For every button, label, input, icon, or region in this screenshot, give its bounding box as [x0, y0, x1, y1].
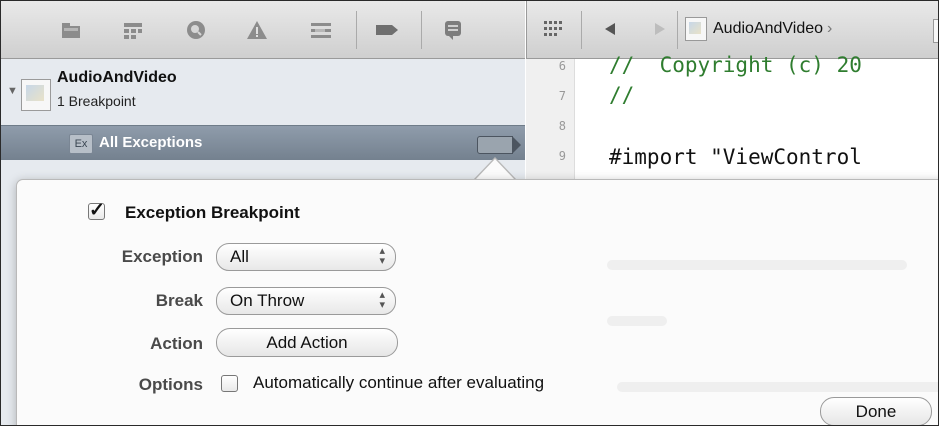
- code-line: //: [609, 83, 635, 107]
- line-number: 9: [558, 149, 566, 163]
- project-file-icon: [21, 79, 51, 111]
- popup-arrows-icon: ▴ ▾: [379, 245, 385, 267]
- exception-value: All: [230, 247, 249, 266]
- done-button[interactable]: Done: [820, 397, 932, 425]
- options-label: Options: [138, 375, 203, 394]
- symbol-navigator-icon[interactable]: [119, 18, 147, 42]
- auto-continue-checkbox[interactable]: [221, 375, 238, 392]
- break-popup[interactable]: On Throw ▴ ▾: [216, 287, 396, 315]
- all-exceptions-label: All Exceptions: [99, 134, 203, 151]
- issue-navigator-icon[interactable]: [243, 18, 271, 42]
- chevron-right-icon: ›: [827, 20, 833, 37]
- popover-title: Exception Breakpoint: [125, 203, 300, 222]
- code-line: #import "ViewControl: [609, 145, 862, 169]
- project-row[interactable]: ▼ AudioAndVideo 1 Breakpoint: [1, 59, 525, 125]
- project-name: AudioAndVideo: [57, 69, 177, 86]
- break-label: Break: [155, 291, 203, 310]
- action-label: Action: [150, 334, 203, 353]
- code-line: // Copyright (c) 20: [609, 53, 862, 77]
- exception-popup[interactable]: All ▴ ▾: [216, 243, 396, 271]
- project-file-icon: [685, 17, 707, 41]
- jump-bar-project[interactable]: AudioAndVideo ›: [685, 17, 832, 41]
- disclosure-triangle-icon[interactable]: ▼: [7, 85, 18, 97]
- forward-arrow-icon[interactable]: [651, 21, 667, 42]
- navigator-selector-bar: [1, 1, 525, 59]
- enable-breakpoint-checkbox[interactable]: [88, 199, 105, 222]
- blurred-code-line: [607, 260, 907, 270]
- auto-continue-label: Automatically continue after evaluating: [253, 373, 545, 392]
- exception-badge-icon: Ex: [69, 134, 93, 154]
- related-items-grid-icon[interactable]: [543, 19, 563, 44]
- blurred-code-line: [607, 316, 667, 326]
- popover-arrow-fill: [475, 159, 515, 180]
- popup-arrows-icon: ▴ ▾: [379, 289, 385, 311]
- breakpoint-count: 1 Breakpoint: [57, 93, 136, 109]
- editor-jump-bar: AudioAndVideo ›: [526, 1, 938, 59]
- back-arrow-icon[interactable]: [603, 21, 619, 42]
- project-navigator-icon[interactable]: [57, 18, 85, 42]
- debug-navigator-icon[interactable]: [307, 18, 335, 42]
- breakpoint-marker-icon[interactable]: [477, 136, 521, 154]
- next-jump-item-icon[interactable]: [933, 19, 938, 43]
- jump-bar-project-label: AudioAndVideo: [713, 20, 824, 37]
- search-navigator-icon[interactable]: [182, 18, 210, 42]
- line-number: 8: [558, 119, 566, 133]
- breakpoint-navigator-icon[interactable]: [373, 18, 401, 42]
- exception-label: Exception: [121, 247, 203, 266]
- line-number: 6: [558, 59, 566, 73]
- all-exceptions-row[interactable]: Ex All Exceptions: [1, 125, 525, 160]
- add-action-button[interactable]: Add Action: [216, 328, 398, 357]
- xcode-window: ▼ AudioAndVideo 1 Breakpoint Ex All Exce…: [0, 0, 939, 426]
- blurred-code-line: [617, 382, 938, 392]
- break-value: On Throw: [230, 291, 305, 310]
- log-navigator-icon[interactable]: [439, 18, 467, 42]
- line-number: 7: [558, 89, 566, 103]
